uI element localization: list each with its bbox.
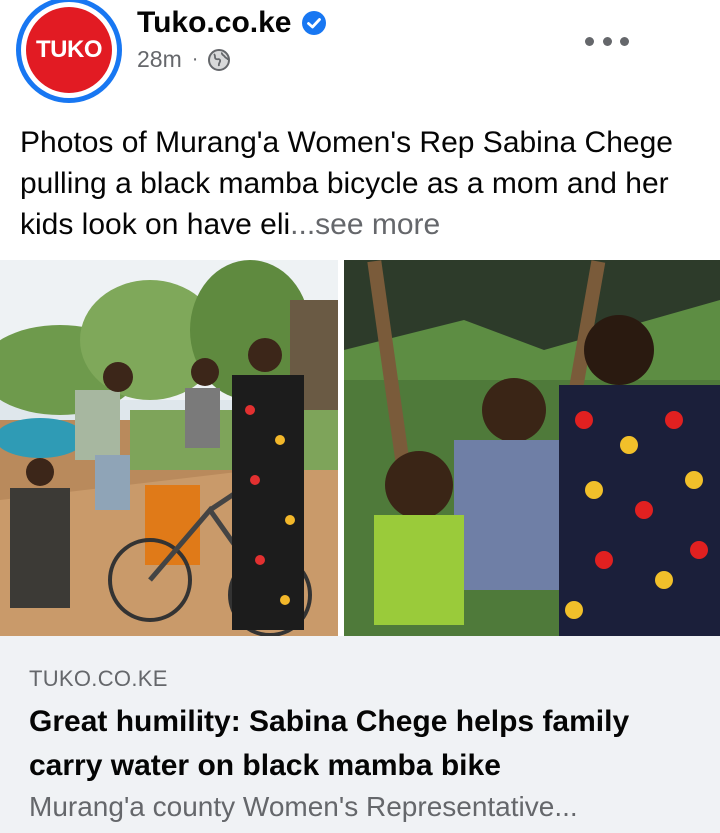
tuko-logo: TUKO [26,7,112,93]
meta-separator: · [191,48,199,70]
page-avatar[interactable]: TUKO [16,0,122,103]
post-meta: 28m · [137,46,231,73]
logo-text: TUKO [36,36,103,63]
page-name[interactable]: Tuko.co.ke [137,6,291,40]
link-title[interactable]: Great humility: Sabina Chege helps famil… [29,700,699,788]
link-domain: TUKO.CO.KE [29,666,168,691]
more-options-icon[interactable] [585,28,629,54]
avatar-border: TUKO [21,2,117,98]
photo-family-bicycle[interactable] [0,260,338,636]
globe-icon[interactable] [208,48,231,71]
more-dot [620,36,629,46]
see-more-link[interactable]: ...see more [290,208,440,241]
verified-badge-icon [302,11,327,35]
link-preview-card[interactable]: TUKO.CO.KE Great humility: Sabina Chege … [0,636,720,833]
post-timestamp[interactable]: 28m [137,46,182,73]
page-name-row: Tuko.co.ke [137,6,327,40]
link-description: Murang'a county Women's Representative..… [29,791,578,822]
more-dot [585,36,594,46]
more-dot [602,36,612,46]
post-header: TUKO Tuko.co.ke 28m · [0,0,720,110]
photo-grid [0,260,720,636]
photo-embrace-image [344,260,720,636]
photo-family-bicycle-image [0,260,338,636]
photo-embrace[interactable] [344,260,720,636]
post-text: Photos of Murang'a Women's Rep Sabina Ch… [20,122,710,245]
